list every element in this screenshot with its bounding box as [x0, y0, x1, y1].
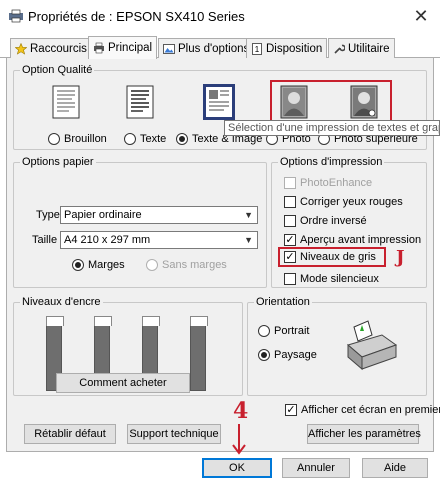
star-icon: [15, 42, 27, 55]
close-icon: ✕: [413, 6, 429, 26]
text-quality-icon[interactable]: [126, 85, 154, 119]
paper-options-group: Options papier Type Papier ordinaire ▼ T…: [13, 156, 267, 288]
svg-text:1: 1: [255, 45, 260, 54]
quality-text-radio[interactable]: Texte: [124, 133, 166, 145]
checkbox-label: Corriger yeux rouges: [300, 196, 403, 208]
chevron-down-icon: ▼: [244, 235, 253, 245]
checkbox-label: PhotoEnhance: [300, 177, 373, 189]
wrench-icon: [334, 44, 345, 54]
quality-legend: Option Qualité: [20, 64, 95, 76]
radio-label: Texte: [140, 133, 167, 145]
print-options-group: Options d'impression PhotoEnhance Corrig…: [271, 156, 427, 288]
checkbox-label: Afficher cet écran en premier: [301, 404, 440, 416]
select-value: A4 210 x 297 mm: [64, 234, 151, 246]
tab-main[interactable]: Principal: [88, 36, 158, 59]
orientation-legend: Orientation: [254, 296, 312, 308]
margins-radio[interactable]: Marges: [72, 259, 125, 271]
radio-indicator: [72, 259, 84, 271]
tab-label: Principal: [108, 42, 153, 54]
checkbox-label: Ordre inversé: [300, 215, 367, 227]
tab-more-options[interactable]: Plus d'options: [158, 38, 255, 58]
radio-indicator: [258, 325, 270, 337]
printer-icon: [94, 42, 104, 54]
image-icon: [163, 43, 175, 54]
quiet-mode-checkbox[interactable]: Mode silencieux: [284, 273, 379, 285]
paper-legend: Options papier: [20, 156, 96, 168]
quality-draft-radio[interactable]: Brouillon: [48, 133, 107, 145]
checkbox-indicator: [284, 215, 296, 227]
help-button[interactable]: Aide: [362, 458, 428, 478]
red-eye-checkbox[interactable]: Corriger yeux rouges: [284, 196, 403, 208]
radio-label: Brouillon: [64, 133, 107, 145]
printer-app-icon: [9, 9, 23, 23]
title-bar: Propriétés de : EPSON SX410 Series ✕: [0, 0, 440, 34]
window-title: Propriétés de : EPSON SX410 Series: [28, 9, 245, 24]
checkbox-indicator: [284, 177, 296, 189]
ink-cartridge-yellow: [190, 316, 208, 391]
radio-label: Marges: [88, 259, 125, 271]
tab-label: Plus d'options: [178, 42, 250, 55]
tab-label: Disposition: [266, 42, 323, 55]
tab-shortcuts[interactable]: Raccourcis: [10, 38, 92, 58]
checkbox-label: Mode silencieux: [300, 273, 379, 285]
landscape-printer-icon: [346, 320, 398, 371]
draft-quality-icon[interactable]: [52, 85, 80, 119]
paper-size-label: Taille: [32, 234, 58, 246]
tab-utility[interactable]: Utilitaire: [328, 38, 395, 58]
radio-indicator: [48, 133, 60, 145]
ink-legend: Niveaux d'encre: [20, 296, 103, 308]
tab-label: Raccourcis: [30, 42, 87, 55]
radio-indicator: [258, 349, 270, 361]
annotation-j-mark: J: [396, 247, 405, 268]
select-value: Papier ordinaire: [64, 209, 142, 221]
quality-tooltip: Sélection d'une impression de textes et …: [224, 120, 440, 136]
close-button[interactable]: ✕: [408, 4, 434, 28]
checkbox-label: Niveaux de gris: [300, 251, 376, 263]
checkbox-indicator: ✓: [284, 234, 296, 246]
reverse-order-checkbox[interactable]: Ordre inversé: [284, 215, 367, 227]
checkbox-indicator: ✓: [285, 404, 297, 416]
annotation-four-mark: 4: [233, 398, 249, 424]
main-panel: Option Qualité Brouillon Texte Texte & I…: [6, 58, 440, 455]
checkbox-indicator: [284, 273, 296, 285]
checkbox-label: Aperçu avant impression: [300, 234, 422, 246]
restore-defaults-button[interactable]: Rétablir défaut: [24, 424, 116, 444]
show-screen-first-checkbox[interactable]: ✓ Afficher cet écran en premier: [285, 404, 440, 416]
show-settings-button[interactable]: Afficher les paramètres: [307, 424, 421, 444]
tab-strip: Raccourcis Principal Plus d'options 1 Di…: [0, 36, 440, 59]
text-image-quality-icon[interactable]: [202, 83, 236, 121]
paper-type-label: Type: [36, 209, 60, 221]
radio-label: Portrait: [274, 325, 310, 337]
paper-type-select[interactable]: Papier ordinaire ▼: [60, 206, 258, 224]
grayscale-checkbox[interactable]: ✓ Niveaux de gris: [284, 251, 376, 263]
orientation-group: Orientation Portrait Paysage: [247, 296, 427, 396]
photoenhance-checkbox[interactable]: PhotoEnhance: [284, 177, 372, 189]
paper-size-select[interactable]: A4 210 x 297 mm ▼: [60, 231, 258, 249]
print-preview-checkbox[interactable]: ✓ Aperçu avant impression: [284, 234, 421, 246]
checkbox-indicator: ✓: [284, 251, 296, 263]
how-to-buy-button[interactable]: Comment acheter: [56, 373, 190, 393]
radio-indicator: [124, 133, 136, 145]
photo-quality-icon[interactable]: [280, 85, 308, 119]
print-options-legend: Options d'impression: [278, 156, 385, 168]
radio-indicator: [146, 259, 158, 271]
ink-levels-group: Niveaux d'encre Comment acheter: [13, 296, 243, 396]
chevron-down-icon: ▼: [244, 210, 253, 220]
checkbox-indicator: [284, 196, 296, 208]
annotation-arrow-icon: [232, 424, 246, 455]
tab-layout[interactable]: 1 Disposition: [246, 38, 328, 58]
landscape-radio[interactable]: Paysage: [258, 349, 317, 361]
cancel-button[interactable]: Annuler: [282, 458, 350, 478]
no-margins-radio[interactable]: Sans marges: [146, 259, 227, 271]
radio-indicator: [176, 133, 188, 145]
portrait-radio[interactable]: Portrait: [258, 325, 309, 337]
tech-support-button[interactable]: Support technique: [127, 424, 221, 444]
radio-label: Sans marges: [162, 259, 227, 271]
radio-label: Paysage: [274, 349, 317, 361]
tab-label: Utilitaire: [348, 42, 390, 55]
ok-button[interactable]: OK: [202, 458, 272, 478]
best-photo-quality-icon[interactable]: [350, 85, 378, 119]
page-layout-icon: 1: [252, 42, 262, 55]
quality-group: Option Qualité Brouillon Texte Texte & I…: [13, 64, 427, 150]
